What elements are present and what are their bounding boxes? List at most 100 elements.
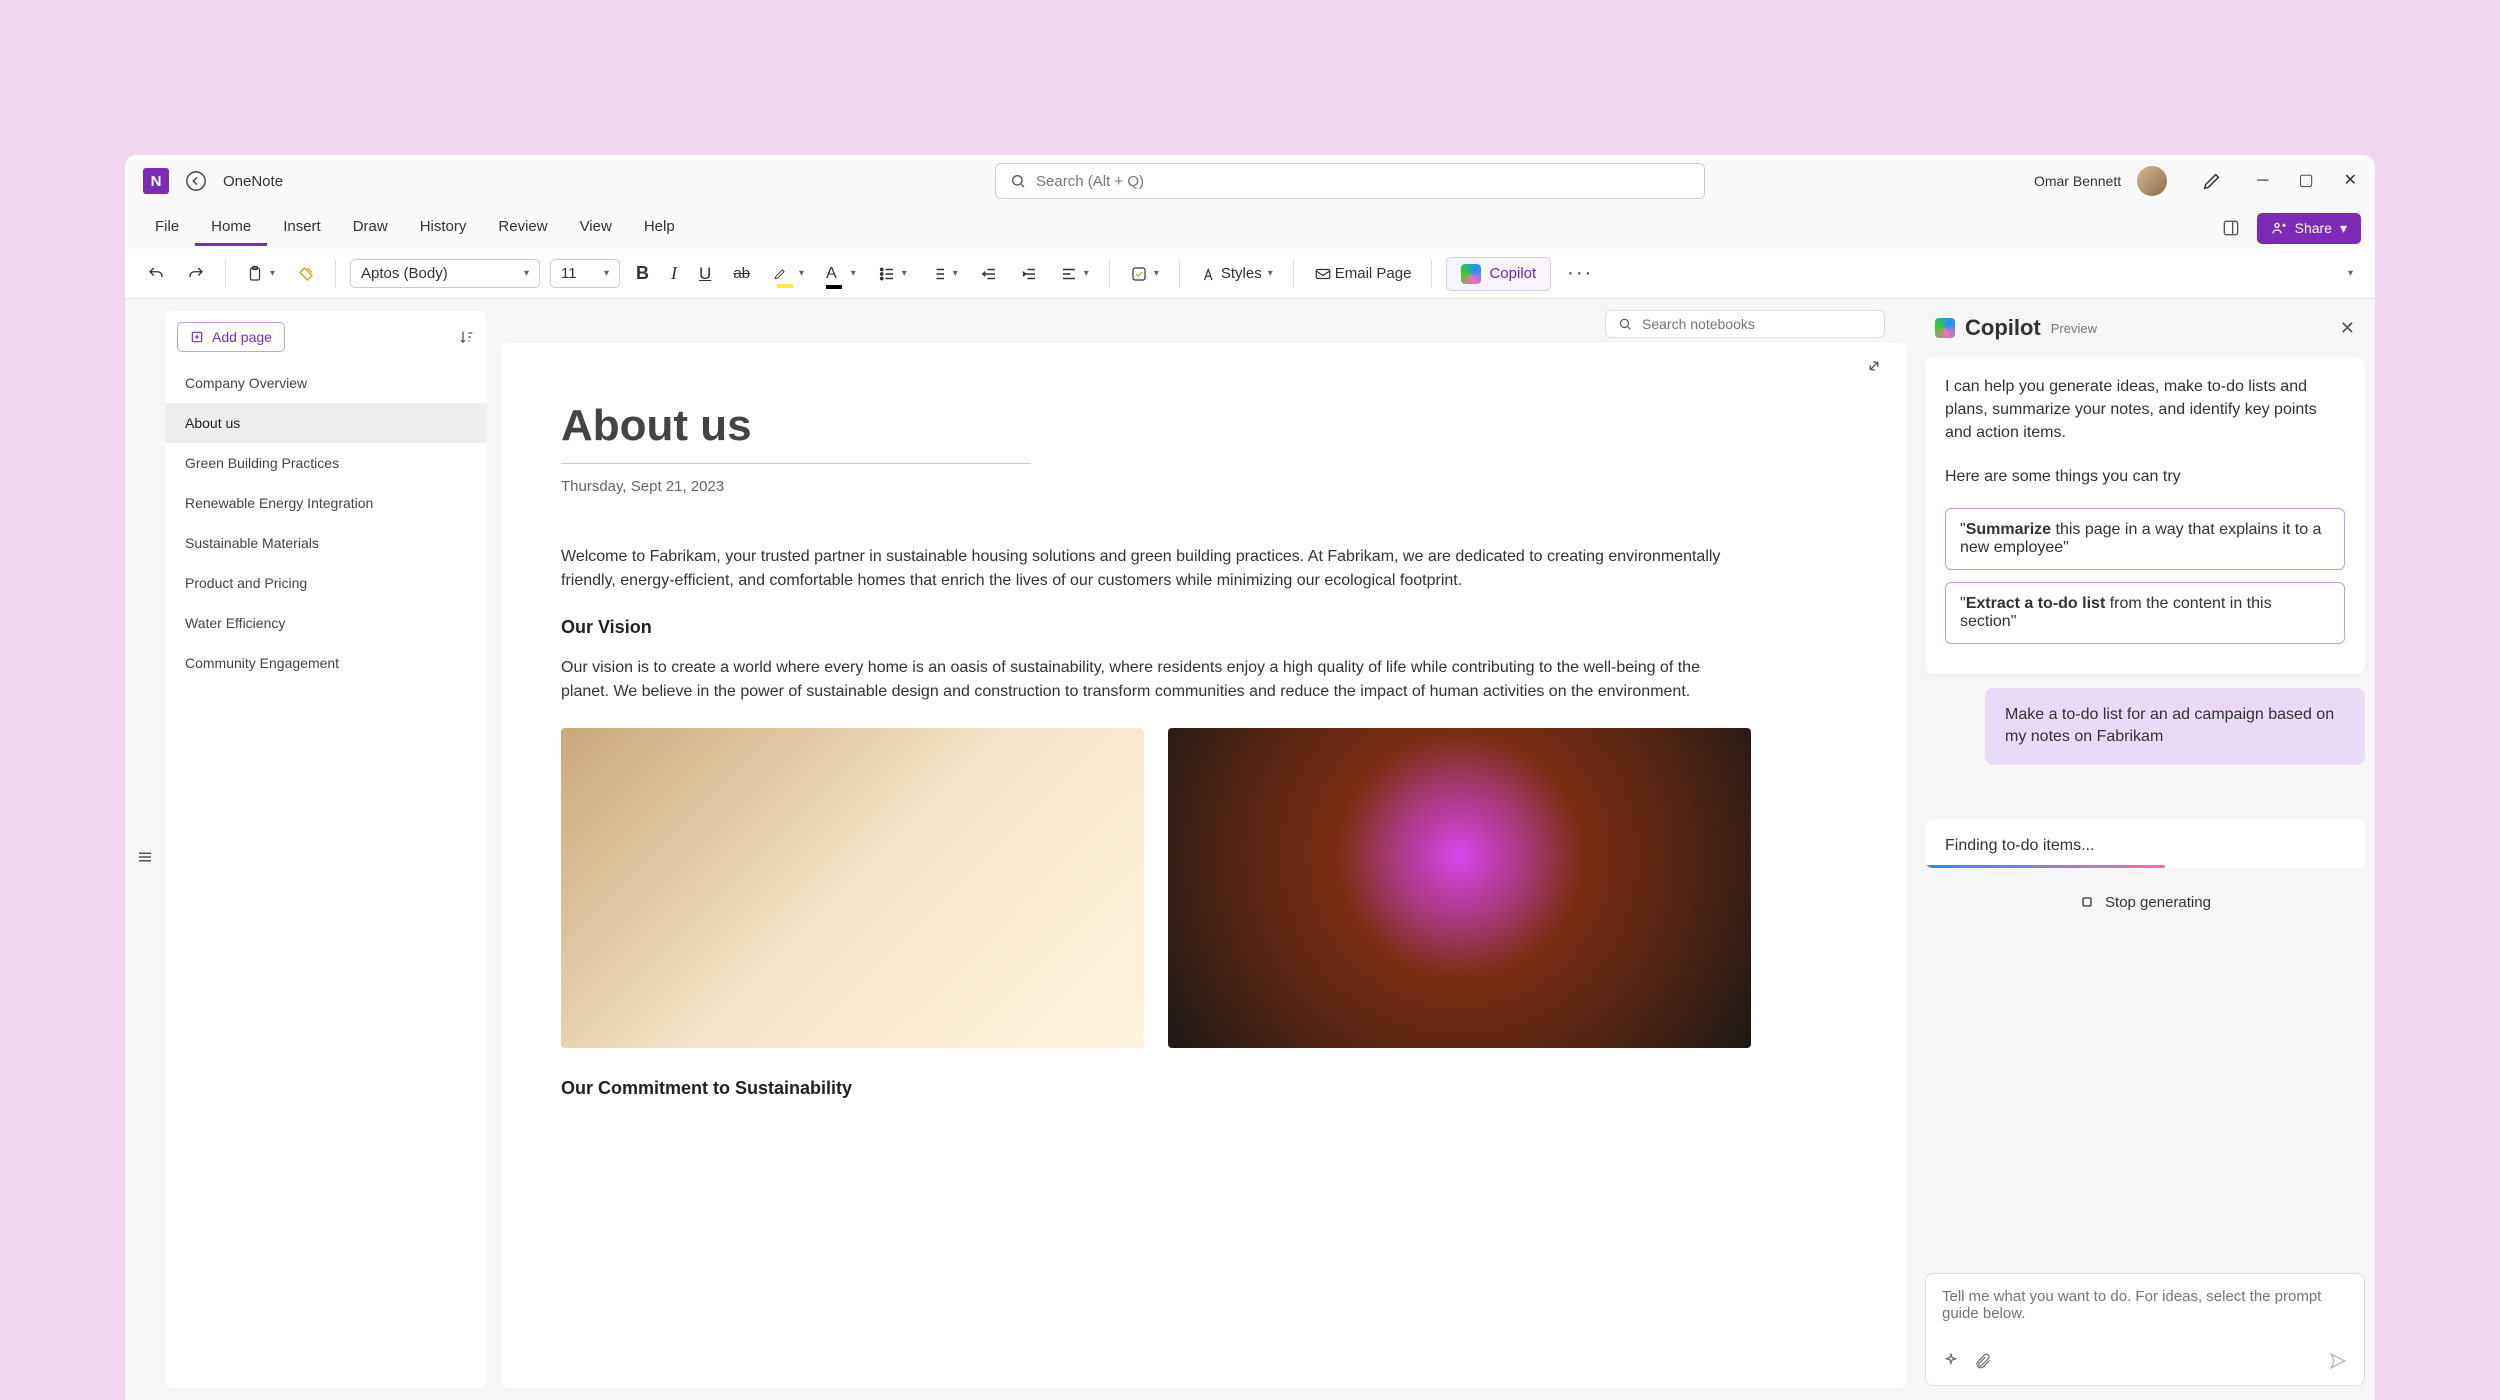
page-title[interactable]: About us	[561, 401, 1031, 464]
stop-generating-button[interactable]: Stop generating	[1925, 882, 2365, 923]
attachment-icon[interactable]	[1974, 1352, 1992, 1370]
paste-button[interactable]: ▾	[240, 261, 281, 287]
loading-card: Finding to-do items...	[1925, 819, 2365, 868]
pen-icon[interactable]	[2201, 170, 2223, 192]
minimize-icon[interactable]: ─	[2257, 173, 2268, 189]
copilot-preview-badge: Preview	[2051, 321, 2097, 336]
outdent-button[interactable]	[974, 261, 1004, 287]
bold-button[interactable]: B	[630, 259, 655, 288]
loading-bar	[1925, 865, 2165, 868]
doc-image[interactable]	[561, 728, 1144, 1048]
tab-file[interactable]: File	[139, 210, 195, 246]
copilot-icon	[1935, 318, 1955, 338]
notebook-search[interactable]	[1605, 310, 1885, 338]
app-name: OneNote	[223, 173, 283, 190]
chevron-down-icon: ▾	[2340, 220, 2347, 237]
welcome-text: I can help you generate ideas, make to-d…	[1945, 375, 2345, 445]
copilot-input[interactable]	[1925, 1273, 2365, 1386]
toolbar: ▾ Aptos (Body)▾ 11▾ B I U ab ▾ A▾ ▾ ▾ ▾ …	[125, 249, 2375, 299]
page-item[interactable]: Product and Pricing	[165, 563, 487, 603]
copilot-icon	[1461, 264, 1481, 284]
page-item[interactable]: Green Building Practices	[165, 443, 487, 483]
back-icon[interactable]	[185, 170, 207, 192]
format-painter-button[interactable]	[291, 261, 321, 287]
app-icon: N	[143, 168, 169, 194]
suggestion-button[interactable]: "Summarize this page in a way that expla…	[1945, 508, 2345, 570]
tab-help[interactable]: Help	[628, 210, 691, 246]
font-size-select[interactable]: 11▾	[550, 259, 620, 288]
indent-button[interactable]	[1014, 261, 1044, 287]
send-icon[interactable]	[2328, 1351, 2348, 1371]
page-item[interactable]: Community Engagement	[165, 643, 487, 683]
page-item[interactable]: Renewable Energy Integration	[165, 483, 487, 523]
align-button[interactable]: ▾	[1054, 261, 1095, 287]
ribbon-chevron-icon[interactable]: ▾	[2339, 264, 2359, 283]
styles-button[interactable]: Styles▾	[1194, 261, 1279, 287]
sparkle-icon[interactable]	[1942, 1352, 1960, 1370]
maximize-icon[interactable]: ▢	[2298, 173, 2313, 189]
expand-icon[interactable]	[1865, 357, 1883, 375]
copilot-textarea[interactable]	[1942, 1288, 2348, 1338]
share-button[interactable]: Share ▾	[2257, 213, 2361, 244]
doc-heading[interactable]: Our Vision	[561, 617, 1751, 638]
add-page-button[interactable]: Add page	[177, 322, 285, 352]
tab-draw[interactable]: Draw	[337, 210, 404, 246]
avatar[interactable]	[2137, 166, 2167, 196]
search-icon	[1010, 173, 1026, 189]
italic-button[interactable]: I	[665, 259, 683, 288]
strikethrough-button[interactable]: ab	[727, 261, 756, 286]
loading-text: Finding to-do items...	[1945, 837, 2094, 854]
window-controls: ─ ▢ ✕	[2257, 173, 2357, 189]
email-page-button[interactable]: Email Page	[1308, 261, 1418, 287]
app-icon-letter: N	[151, 173, 162, 190]
number-list-button[interactable]: ▾	[923, 261, 964, 287]
mode-switch-icon[interactable]	[2221, 218, 2241, 238]
user-name[interactable]: Omar Bennett	[2034, 173, 2121, 189]
doc-paragraph[interactable]: Our vision is to create a world where ev…	[561, 656, 1751, 704]
ribbon-tabs: File Home Insert Draw History Review Vie…	[125, 207, 2375, 249]
tab-insert[interactable]: Insert	[267, 210, 337, 246]
tab-history[interactable]: History	[404, 210, 483, 246]
redo-button[interactable]	[181, 261, 211, 287]
close-icon[interactable]: ✕	[2344, 173, 2357, 189]
copilot-welcome: I can help you generate ideas, make to-d…	[1925, 357, 2365, 674]
editor[interactable]: About us Thursday, Sept 21, 2023 Welcome…	[501, 343, 1907, 1388]
share-icon	[2271, 220, 2287, 236]
titlebar: N OneNote Omar Bennett ─ ▢ ✕	[125, 155, 2375, 207]
bullet-list-button[interactable]: ▾	[872, 261, 913, 287]
close-icon[interactable]: ✕	[2340, 318, 2355, 339]
user-message: Make a to-do list for an ad campaign bas…	[1985, 688, 2365, 765]
page-date: Thursday, Sept 21, 2023	[561, 478, 1847, 495]
page-item[interactable]: Water Efficiency	[165, 603, 487, 643]
tag-button[interactable]: ▾	[1124, 261, 1165, 287]
highlight-button[interactable]: ▾	[766, 256, 810, 292]
copilot-panel: Copilot Preview ✕ I can help you generat…	[1915, 299, 2375, 1400]
copilot-button[interactable]: Copilot	[1446, 257, 1551, 291]
page-item[interactable]: Sustainable Materials	[165, 523, 487, 563]
tab-view[interactable]: View	[564, 210, 628, 246]
page-item[interactable]: About us	[165, 403, 487, 443]
page-list: Add page Company Overview About us Green…	[165, 311, 487, 1388]
tab-review[interactable]: Review	[482, 210, 563, 246]
doc-heading[interactable]: Our Commitment to Sustainability	[561, 1078, 1751, 1099]
suggestion-button[interactable]: "Extract a to-do list from the content i…	[1945, 582, 2345, 644]
search-input[interactable]	[1036, 173, 1690, 190]
underline-button[interactable]: U	[693, 260, 717, 288]
doc-paragraph[interactable]: Welcome to Fabrikam, your trusted partne…	[561, 545, 1751, 593]
welcome-subtext: Here are some things you can try	[1945, 465, 2345, 488]
page-item[interactable]: Company Overview	[165, 363, 487, 403]
font-color-button[interactable]: A▾	[820, 255, 862, 293]
copilot-title: Copilot	[1965, 315, 2041, 341]
app-window: N OneNote Omar Bennett ─ ▢ ✕ File Home I…	[125, 155, 2375, 1400]
global-search[interactable]	[995, 163, 1705, 199]
doc-image[interactable]	[1168, 728, 1751, 1048]
body: Add page Company Overview About us Green…	[125, 299, 2375, 1400]
undo-button[interactable]	[141, 261, 171, 287]
sort-icon[interactable]	[459, 329, 475, 345]
font-name-select[interactable]: Aptos (Body)▾	[350, 259, 540, 288]
tab-home[interactable]: Home	[195, 210, 267, 246]
more-button[interactable]: ···	[1561, 258, 1599, 289]
share-label: Share	[2295, 220, 2332, 236]
notebook-search-input[interactable]	[1642, 316, 1872, 332]
hamburger-icon[interactable]	[136, 313, 154, 1400]
